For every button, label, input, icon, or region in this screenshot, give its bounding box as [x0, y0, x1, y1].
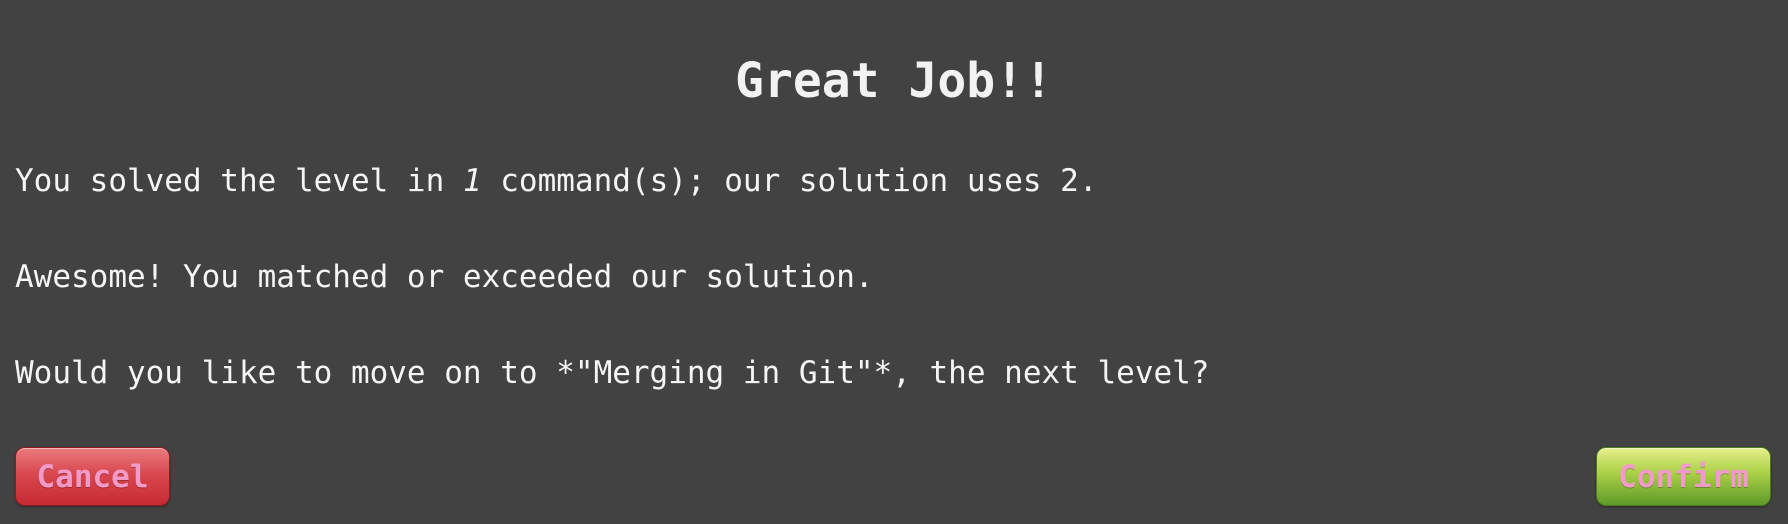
user-command-count: 1: [462, 163, 482, 199]
solution-summary: You solved the level in 1 command(s); ou…: [15, 161, 1098, 201]
dialog-title: Great Job!!: [735, 53, 1053, 109]
cancel-button[interactable]: Cancel: [15, 447, 170, 506]
confirm-button[interactable]: Confirm: [1596, 447, 1771, 506]
level-complete-dialog: Great Job!! You solved the level in 1 co…: [0, 0, 1788, 524]
result-message: Awesome! You matched or exceeded our sol…: [15, 259, 874, 295]
next-level-prompt: Would you like to move on to *"Merging i…: [15, 355, 1210, 391]
summary-prefix: You solved the level in: [15, 163, 463, 199]
summary-suffix: command(s); our solution uses 2.: [481, 163, 1098, 199]
